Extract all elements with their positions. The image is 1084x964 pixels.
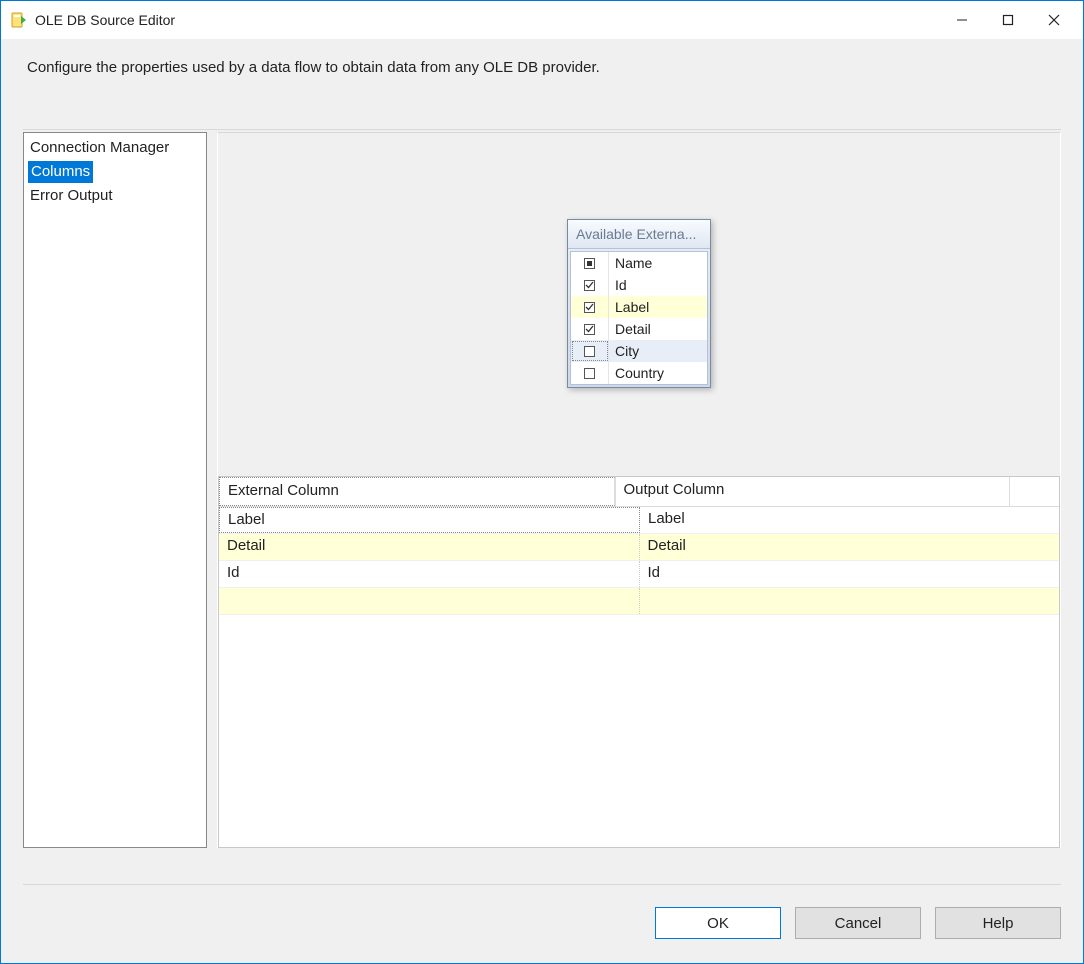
available-column-label: Detail	[609, 318, 707, 340]
cancel-button[interactable]: Cancel	[795, 907, 921, 939]
titlebar: OLE DB Source Editor	[1, 1, 1083, 39]
available-row[interactable]: Name	[571, 252, 707, 274]
checkbox-icon[interactable]	[584, 368, 595, 379]
maximize-button[interactable]	[985, 1, 1031, 39]
grid-cell-external[interactable]	[219, 588, 640, 614]
checkbox-icon[interactable]	[584, 302, 595, 313]
grid-row[interactable]: Id Id	[219, 561, 1059, 588]
checkbox-icon[interactable]	[584, 280, 595, 291]
grid-row[interactable]	[219, 588, 1059, 615]
grid-header-row: External Column Output Column	[219, 477, 1059, 507]
available-name-header: Name	[609, 252, 707, 274]
app-icon	[11, 12, 27, 28]
grid-row[interactable]: Detail Detail	[219, 534, 1059, 561]
nav-item-connection-manager[interactable]: Connection Manager	[24, 135, 206, 161]
checkbox-icon[interactable]	[584, 258, 595, 269]
available-column-label: Label	[609, 296, 707, 318]
grid-header-external[interactable]: External Column	[219, 477, 615, 506]
dialog-body: Configure the properties used by a data …	[1, 39, 1083, 963]
column-mapping-grid: External Column Output Column Label Labe…	[218, 476, 1060, 848]
checkbox-icon[interactable]	[584, 324, 595, 335]
dialog-description: Configure the properties used by a data …	[1, 39, 1083, 129]
ok-button[interactable]: OK	[655, 907, 781, 939]
available-column-label: Country	[609, 362, 707, 384]
grid-cell-output[interactable]: Id	[640, 561, 1060, 587]
close-button[interactable]	[1031, 1, 1077, 39]
main-split: Connection Manager Columns Error Output …	[23, 129, 1061, 870]
grid-cell-external[interactable]: Detail	[219, 534, 640, 560]
grid-cell-external[interactable]: Label	[219, 507, 640, 533]
available-row[interactable]: Label	[571, 296, 707, 318]
available-row[interactable]: Country	[571, 362, 707, 384]
page-nav: Connection Manager Columns Error Output	[23, 132, 207, 848]
available-columns-header: Available Externa...	[568, 220, 710, 249]
columns-content: Available Externa... Name Id	[217, 132, 1061, 848]
available-row[interactable]: Detail	[571, 318, 707, 340]
nav-item-columns[interactable]: Columns	[28, 161, 93, 183]
grid-cell-output[interactable]: Label	[640, 507, 1059, 533]
available-columns-list: Name Id Label	[570, 251, 708, 385]
window-title: OLE DB Source Editor	[35, 12, 939, 28]
window: OLE DB Source Editor Configure the prope…	[0, 0, 1084, 964]
available-column-label: Id	[609, 274, 707, 296]
available-row[interactable]: City	[571, 340, 707, 362]
grid-header-output[interactable]: Output Column	[615, 477, 1010, 506]
nav-item-error-output[interactable]: Error Output	[24, 183, 206, 209]
help-button[interactable]: Help	[935, 907, 1061, 939]
checkbox-icon[interactable]	[584, 346, 595, 357]
grid-cell-external[interactable]: Id	[219, 561, 640, 587]
grid-header-spacer	[1009, 477, 1059, 506]
dialog-footer: OK Cancel Help	[23, 884, 1061, 963]
available-columns-area: Available Externa... Name Id	[218, 133, 1060, 476]
available-row[interactable]: Id	[571, 274, 707, 296]
minimize-button[interactable]	[939, 1, 985, 39]
window-buttons	[939, 1, 1077, 39]
grid-row[interactable]: Label Label	[219, 507, 1059, 534]
grid-cell-output[interactable]: Detail	[640, 534, 1060, 560]
available-column-label: City	[609, 340, 707, 362]
available-columns-box: Available Externa... Name Id	[567, 219, 711, 388]
grid-cell-output[interactable]	[640, 588, 1060, 614]
